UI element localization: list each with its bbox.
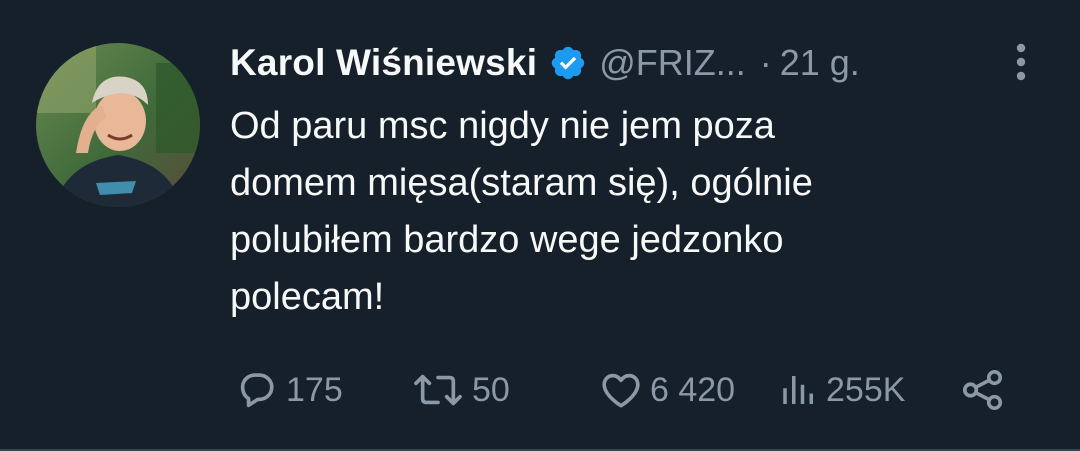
reply-icon	[234, 367, 280, 413]
retweet-icon	[410, 367, 466, 413]
tweet-actions: 175 50 6 420 255K	[230, 360, 1030, 420]
views-count: 255K	[826, 370, 906, 409]
heart-icon	[598, 367, 644, 413]
like-count: 6 420	[650, 370, 736, 409]
views-icon	[778, 367, 820, 413]
tweet-text: Od paru msc nigdy nie jem poza domem mię…	[230, 98, 1030, 326]
like-button[interactable]: 6 420	[598, 360, 735, 420]
avatar[interactable]	[36, 43, 200, 207]
share-icon	[960, 367, 1006, 413]
tweet-header: Karol Wiśniewski @FRIZ... · 21 g.	[230, 36, 860, 90]
reply-count: 175	[286, 370, 343, 409]
avatar-image	[36, 43, 200, 207]
author-handle[interactable]: @FRIZ...	[599, 42, 746, 84]
share-button[interactable]	[960, 360, 1006, 420]
separator-dot: ·	[759, 42, 772, 83]
tweet-text-line: polecam!	[230, 276, 385, 318]
views-button[interactable]: 255K	[778, 360, 905, 420]
tweet-text-line: Od paru msc nigdy nie jem poza	[230, 105, 775, 147]
verified-badge-icon	[549, 44, 587, 82]
tweet[interactable]: Karol Wiśniewski @FRIZ... · 21 g. Od par…	[0, 0, 1080, 451]
author-name[interactable]: Karol Wiśniewski	[230, 42, 537, 84]
tweet-text-line: domem mięsa(staram się), ogólnie	[230, 162, 813, 204]
more-vertical-icon[interactable]	[1004, 40, 1038, 84]
tweet-timestamp[interactable]: 21 g.	[780, 42, 860, 84]
tweet-text-line: polubiłem bardzo wege jedzonko	[230, 219, 784, 261]
retweet-button[interactable]: 50	[410, 360, 510, 420]
retweet-count: 50	[472, 370, 510, 409]
reply-button[interactable]: 175	[234, 360, 343, 420]
